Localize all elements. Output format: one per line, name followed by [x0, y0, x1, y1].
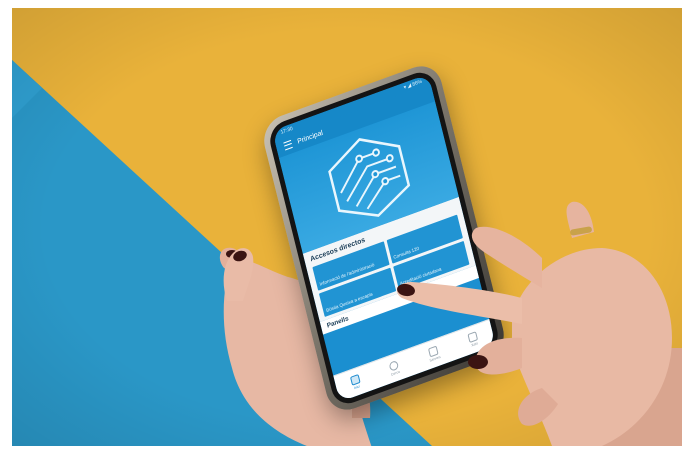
right-hand-pointing [397, 201, 682, 446]
left-thumb [223, 248, 254, 301]
nav-label: Inici [353, 384, 361, 391]
nav-item-home[interactable]: Inici [349, 373, 362, 391]
menu-icon[interactable] [283, 139, 293, 151]
nail-polish [468, 355, 488, 369]
photo: 17:30 ▾ ◢ 86% Principal Accesos directos… [12, 8, 682, 446]
